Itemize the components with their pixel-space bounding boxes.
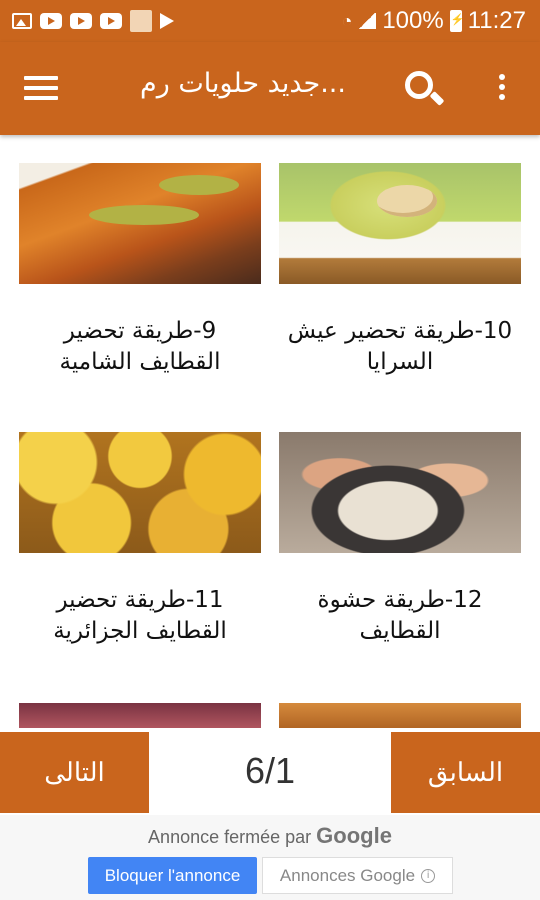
recipe-thumbnail[interactable]: [19, 432, 261, 553]
image-icon: [12, 13, 32, 29]
more-vert-icon[interactable]: [495, 74, 509, 108]
recipe-card[interactable]: 9-طريقة تحضير القطايف الشامية: [19, 163, 261, 378]
play-store-icon: [160, 13, 174, 29]
youtube-icon: [100, 13, 122, 29]
menu-icon[interactable]: [24, 76, 58, 102]
status-bar: ◔ 100% 11:27: [0, 0, 540, 42]
google-ads-button[interactable]: Annonces Google i: [262, 857, 453, 894]
recipe-caption[interactable]: 9-طريقة تحضير القطايف الشامية: [19, 316, 261, 378]
ad-closed-notice: Annonce fermée par Google: [0, 823, 540, 849]
recipe-thumbnail[interactable]: [279, 703, 521, 728]
recipe-caption[interactable]: 11-طريقة تحضير القطايف الجزائرية: [19, 585, 261, 647]
battery-icon: [449, 10, 464, 32]
recipe-thumbnail[interactable]: [19, 703, 261, 728]
app-bar: جديد حلويات رم...: [0, 42, 540, 135]
wifi-icon: ◔: [341, 10, 353, 31]
system-status: ◔ 100% 11:27: [341, 7, 526, 35]
previous-button[interactable]: السابق: [391, 732, 540, 813]
google-ads-label: Annonces Google: [279, 865, 416, 885]
notification-icons: [12, 10, 174, 32]
youtube-icon: [40, 13, 62, 29]
pager: التالى 6/1 السابق: [0, 730, 540, 815]
info-icon: i: [421, 868, 436, 883]
youtube-icon: [70, 13, 92, 29]
google-logo: Google: [316, 823, 392, 848]
recipe-thumbnail[interactable]: [19, 163, 261, 284]
clock: 11:27: [467, 7, 526, 34]
ad-banner: Annonce fermée par Google Bloquer l'anno…: [0, 815, 540, 900]
ad-closed-text: Annonce fermée par: [148, 827, 312, 847]
recipe-card[interactable]: 12-طريقة حشوة القطايف: [279, 432, 521, 647]
avatar-icon: [130, 10, 152, 32]
recipe-thumbnail[interactable]: [279, 163, 521, 284]
recipe-caption[interactable]: 10-طريقة تحضير عيش السرايا: [279, 316, 521, 378]
recipe-thumbnail[interactable]: [279, 432, 521, 553]
app-title: جديد حلويات رم...: [140, 68, 346, 99]
recipe-caption[interactable]: 12-طريقة حشوة القطايف: [279, 585, 521, 647]
signal-icon: [358, 13, 377, 29]
search-icon[interactable]: [402, 68, 446, 112]
recipe-card[interactable]: 10-طريقة تحضير عيش السرايا: [279, 163, 521, 378]
block-ad-button[interactable]: Bloquer l'annonce: [88, 857, 257, 894]
next-button[interactable]: التالى: [0, 732, 149, 813]
page-counter: 6/1: [244, 750, 296, 791]
recipe-card[interactable]: 11-طريقة تحضير القطايف الجزائرية: [19, 432, 261, 647]
battery-percent: 100%: [382, 7, 444, 34]
